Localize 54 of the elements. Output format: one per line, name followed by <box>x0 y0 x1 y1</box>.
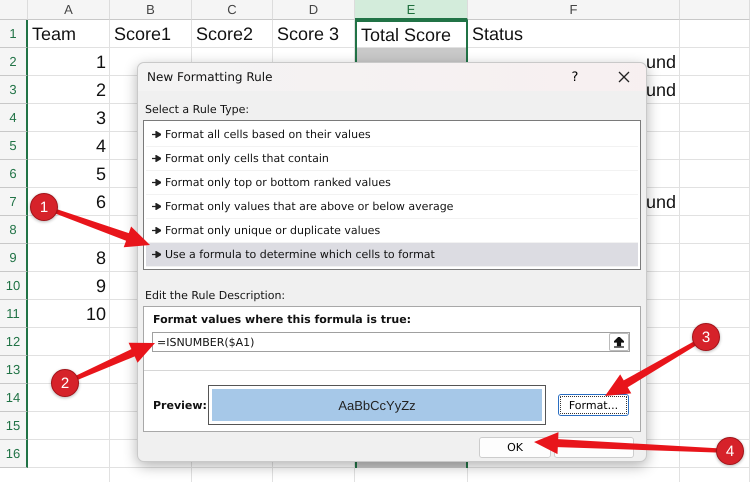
formula-label: Format values where this formula is true: <box>153 313 412 326</box>
cell-text: Score 3 <box>277 24 340 44</box>
rule-type-item[interactable]: Format only values that are above or below average <box>146 195 638 219</box>
rule-type-item[interactable]: Format only cells that contain <box>146 147 638 171</box>
column-header[interactable]: B <box>110 0 192 20</box>
cell-text: Status <box>472 24 524 44</box>
column-header[interactable]: C <box>192 0 273 20</box>
section-label: Select a Rule Type: <box>144 102 250 118</box>
row-header[interactable]: 7 <box>0 188 28 216</box>
column-header[interactable]: A <box>28 0 110 20</box>
cell-text: 8 <box>96 248 106 268</box>
formula-field[interactable]: =ISNUMBER($A1) <box>152 332 630 352</box>
cell-text: 6 <box>96 192 106 212</box>
row-header[interactable]: 5 <box>0 132 28 160</box>
cell-text: Team <box>32 24 76 44</box>
rule-type-item[interactable]: Use a formula to determine which cells to format <box>146 243 638 267</box>
column-header[interactable]: E <box>355 0 468 20</box>
row-header[interactable]: 13 <box>0 356 28 384</box>
row-header[interactable]: 1 <box>0 20 28 48</box>
rule-type-item[interactable]: Format only top or bottom ranked values <box>146 171 638 195</box>
cell-text: Score2 <box>196 24 254 44</box>
row-header[interactable]: 9 <box>0 244 28 272</box>
dialog-title: New Formatting Rule <box>147 70 274 84</box>
row-header[interactable]: 3 <box>0 76 28 104</box>
cell-text: 9 <box>96 276 106 296</box>
cell-text: 10 <box>86 304 106 324</box>
help-button[interactable]: ? <box>562 66 588 88</box>
row-header[interactable]: 14 <box>0 384 28 412</box>
cell-text: 2 <box>96 80 106 100</box>
row-header[interactable]: 12 <box>0 328 28 356</box>
rule-type-item[interactable]: Format all cells based on their values <box>146 123 638 147</box>
cell-text: Score1 <box>114 24 172 44</box>
row-header[interactable]: 2 <box>0 48 28 76</box>
cell-text: und <box>646 192 676 212</box>
row-header[interactable]: 4 <box>0 104 28 132</box>
column-header[interactable]: F <box>468 0 680 20</box>
row-header[interactable]: 16 <box>0 440 28 468</box>
row-header[interactable]: 11 <box>0 300 28 328</box>
row-header[interactable]: 6 <box>0 160 28 188</box>
cell-text: 4 <box>96 136 106 156</box>
cell-text: 5 <box>96 164 106 184</box>
preview-sample: AaBbCcYyZz <box>212 389 542 421</box>
format-button[interactable]: Format... <box>558 394 629 416</box>
preview-label: Preview: <box>153 398 208 412</box>
cell-text: und <box>646 52 676 72</box>
row-header[interactable]: 8 <box>0 216 28 244</box>
cell-text: 3 <box>96 108 106 128</box>
row-header[interactable]: 10 <box>0 272 28 300</box>
cell-text: und <box>646 80 676 100</box>
cell-text: 1 <box>96 52 106 72</box>
section-label: Edit the Rule Description: <box>144 288 286 304</box>
column-header[interactable]: D <box>273 0 355 20</box>
ok-button[interactable]: OK <box>479 437 551 458</box>
row-header[interactable]: 15 <box>0 412 28 440</box>
